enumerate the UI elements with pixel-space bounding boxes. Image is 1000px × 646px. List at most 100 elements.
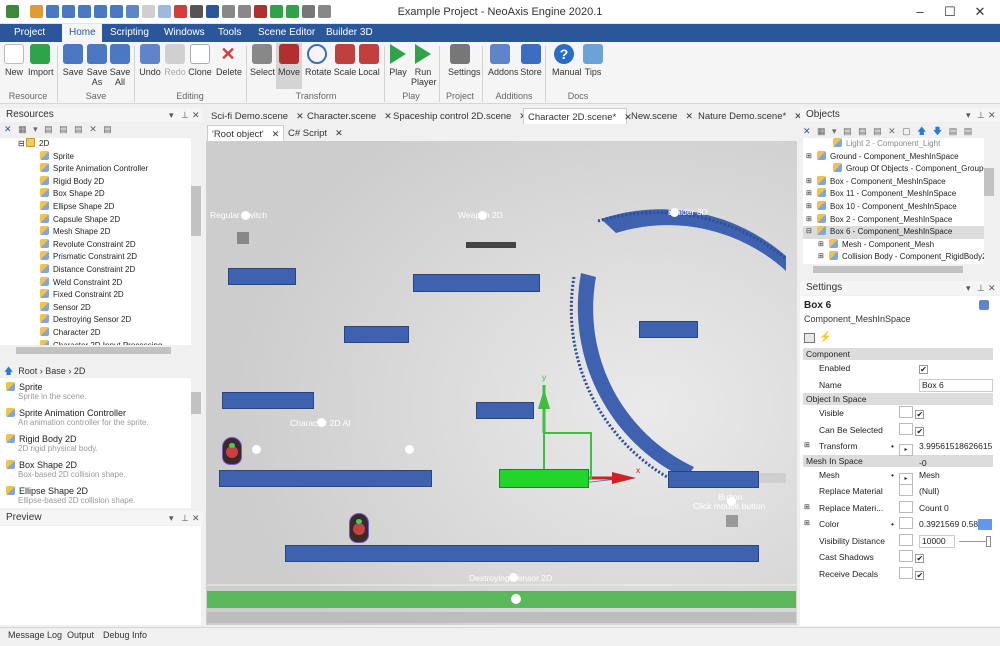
scene-viewport[interactable]: Regular Switch Weapon 2D Builder 3D Char… [206,141,797,625]
platform-box[interactable] [222,392,314,409]
tree-folder-2d[interactable]: ⊟ 2D [0,138,191,151]
close-panel-icon[interactable]: ✕ [988,281,996,295]
object-item[interactable]: ⊞ Ground - Component_MeshInSpace [803,150,984,164]
receive-decals-ref-box[interactable] [899,566,913,579]
addons-button[interactable]: Addons [488,44,519,94]
resource-item[interactable]: Mesh Shape 2D [0,226,191,239]
tab-scene-editor[interactable]: Scene Editor [252,24,321,42]
save-as-button[interactable]: Save As [85,44,109,94]
scrollbar-thumb[interactable] [191,186,201,236]
settings-button[interactable]: Settings [448,44,481,94]
object-item[interactable]: ⊞ Box 2 - Component_MeshInSpace [803,213,984,227]
object-marker[interactable] [252,445,261,454]
tab-debug-info[interactable]: Debug Info [103,630,147,640]
object-marker[interactable] [511,594,521,604]
resource-item[interactable]: Revolute Constraint 2D [0,238,191,252]
platform-box[interactable] [413,274,540,292]
delete-icon[interactable]: ✕ [89,124,99,134]
object-item[interactable]: ⊞ Box - Component_MeshInSpace [803,175,984,189]
cut-icon[interactable]: ▤ [59,124,70,134]
description-item[interactable]: Sprite Animation Controller An animation … [6,408,191,434]
tab-builder-3d[interactable]: Builder 3D [320,24,379,42]
expand-icon[interactable]: ⊞ [804,438,810,455]
enabled-checkbox[interactable]: ✔ [919,365,928,374]
tab-scifi-demo[interactable]: Sci-fi Demo.scene ✕ [207,108,304,124]
play-icon[interactable] [270,5,283,18]
object-marker[interactable] [405,445,414,454]
tab-project[interactable]: Project [6,24,52,42]
resource-item[interactable]: Sprite [0,150,191,164]
clone-icon[interactable] [158,5,171,18]
breadcrumb-root[interactable]: Root [18,366,37,376]
resource-item[interactable]: Sprite Animation Controller [0,163,191,176]
resources-scrollbar[interactable] [191,138,201,345]
expand-icon[interactable]: ⊞ [806,201,812,214]
visibility-slider-thumb[interactable] [986,535,991,547]
expand-icon[interactable]: ⊞ [806,176,812,189]
select-button[interactable]: Select [250,44,275,94]
move-icon[interactable] [206,5,219,18]
redo-button[interactable]: Redo [163,44,187,94]
copy-icon[interactable]: ▤ [74,124,85,134]
pin-dropdown-icon[interactable]: ▾ [169,511,174,525]
tab-message-log[interactable]: Message Log [8,630,62,640]
platform-box[interactable] [476,402,534,419]
save-icon[interactable] [62,5,75,18]
selectable-ref-box[interactable] [899,422,913,435]
events-tab-icon[interactable]: ⚡ [819,332,831,343]
delete-icon[interactable] [174,5,187,18]
resource-item[interactable]: Rigid Body 2D [0,175,191,189]
resource-item[interactable]: Character 2D [0,326,191,340]
can-be-selected-checkbox[interactable]: ✔ [915,426,925,436]
object-item[interactable]: ⊞ Collision Body - Component_RigidBody2D [803,251,984,264]
collapse-icon[interactable]: ⊟ [18,138,26,151]
tips-button[interactable]: Tips [581,44,605,94]
visible-ref-box[interactable] [899,406,913,418]
object-item[interactable]: ⊞ Box 10 - Component_MeshInSpace [803,200,984,214]
description-scrollbar[interactable] [191,378,201,508]
tool-icon[interactable]: ✕ [4,124,14,134]
scrollbar-thumb[interactable] [191,392,201,414]
move-down-icon[interactable]: 🡇 [933,126,944,136]
save-all-button[interactable]: Save All [108,44,132,94]
sub-tab-root-object[interactable]: 'Root object' ✕ [207,125,285,141]
resource-item[interactable]: Weld Constraint 2D [0,276,191,290]
sub-tab-csharp-script[interactable]: C# Script ✕ [284,125,347,141]
character-sprite[interactable] [220,437,244,467]
platform-box[interactable] [228,268,296,285]
save-all-icon[interactable] [94,5,107,18]
undo-button[interactable]: Undo [138,44,162,94]
close-button[interactable]: ✕ [965,2,995,22]
save-button[interactable]: Save [61,44,85,94]
new-folder-icon[interactable]: ▤ [44,124,55,134]
save-as-icon[interactable] [78,5,91,18]
local-button[interactable]: Local [357,44,381,94]
breadcrumb-leaf[interactable]: 2D [74,366,86,376]
maximize-button[interactable]: ☐ [935,2,965,22]
tab-character[interactable]: Character.scene ✕ [303,108,392,124]
scrollbar-thumb[interactable] [984,168,994,196]
play-button[interactable]: Play [386,44,410,94]
filter-icon[interactable]: ▦ [18,124,29,134]
resource-item[interactable]: Capsule Shape 2D [0,213,191,227]
mesh-value[interactable]: Mesh [919,467,940,484]
hscrollbar-thumb[interactable] [16,347,171,354]
close-tab-icon[interactable]: ✕ [272,129,280,139]
selected-box-6[interactable] [499,469,589,488]
open-icon[interactable]: ▤ [103,124,114,134]
tab-output[interactable]: Output [67,630,94,640]
expand-icon[interactable]: ⊞ [818,239,824,252]
copy-icon[interactable] [110,5,123,18]
platform-box[interactable] [285,545,759,562]
minimize-button[interactable]: – [905,2,935,22]
close-tab-icon[interactable]: ✕ [335,128,343,138]
cast-shadows-ref-box[interactable] [899,550,913,562]
move-button[interactable]: Move [277,44,301,94]
redo-icon[interactable] [142,5,155,18]
pin-icon[interactable]: ⊥ [181,511,189,525]
expand-icon[interactable]: ⊞ [818,251,824,264]
tab-windows[interactable]: Windows [158,24,211,42]
resource-item[interactable]: Prismatic Constraint 2D [0,251,191,264]
tab-new[interactable]: New.scene ✕ [627,108,694,124]
visibility-ref-box[interactable] [899,533,913,546]
